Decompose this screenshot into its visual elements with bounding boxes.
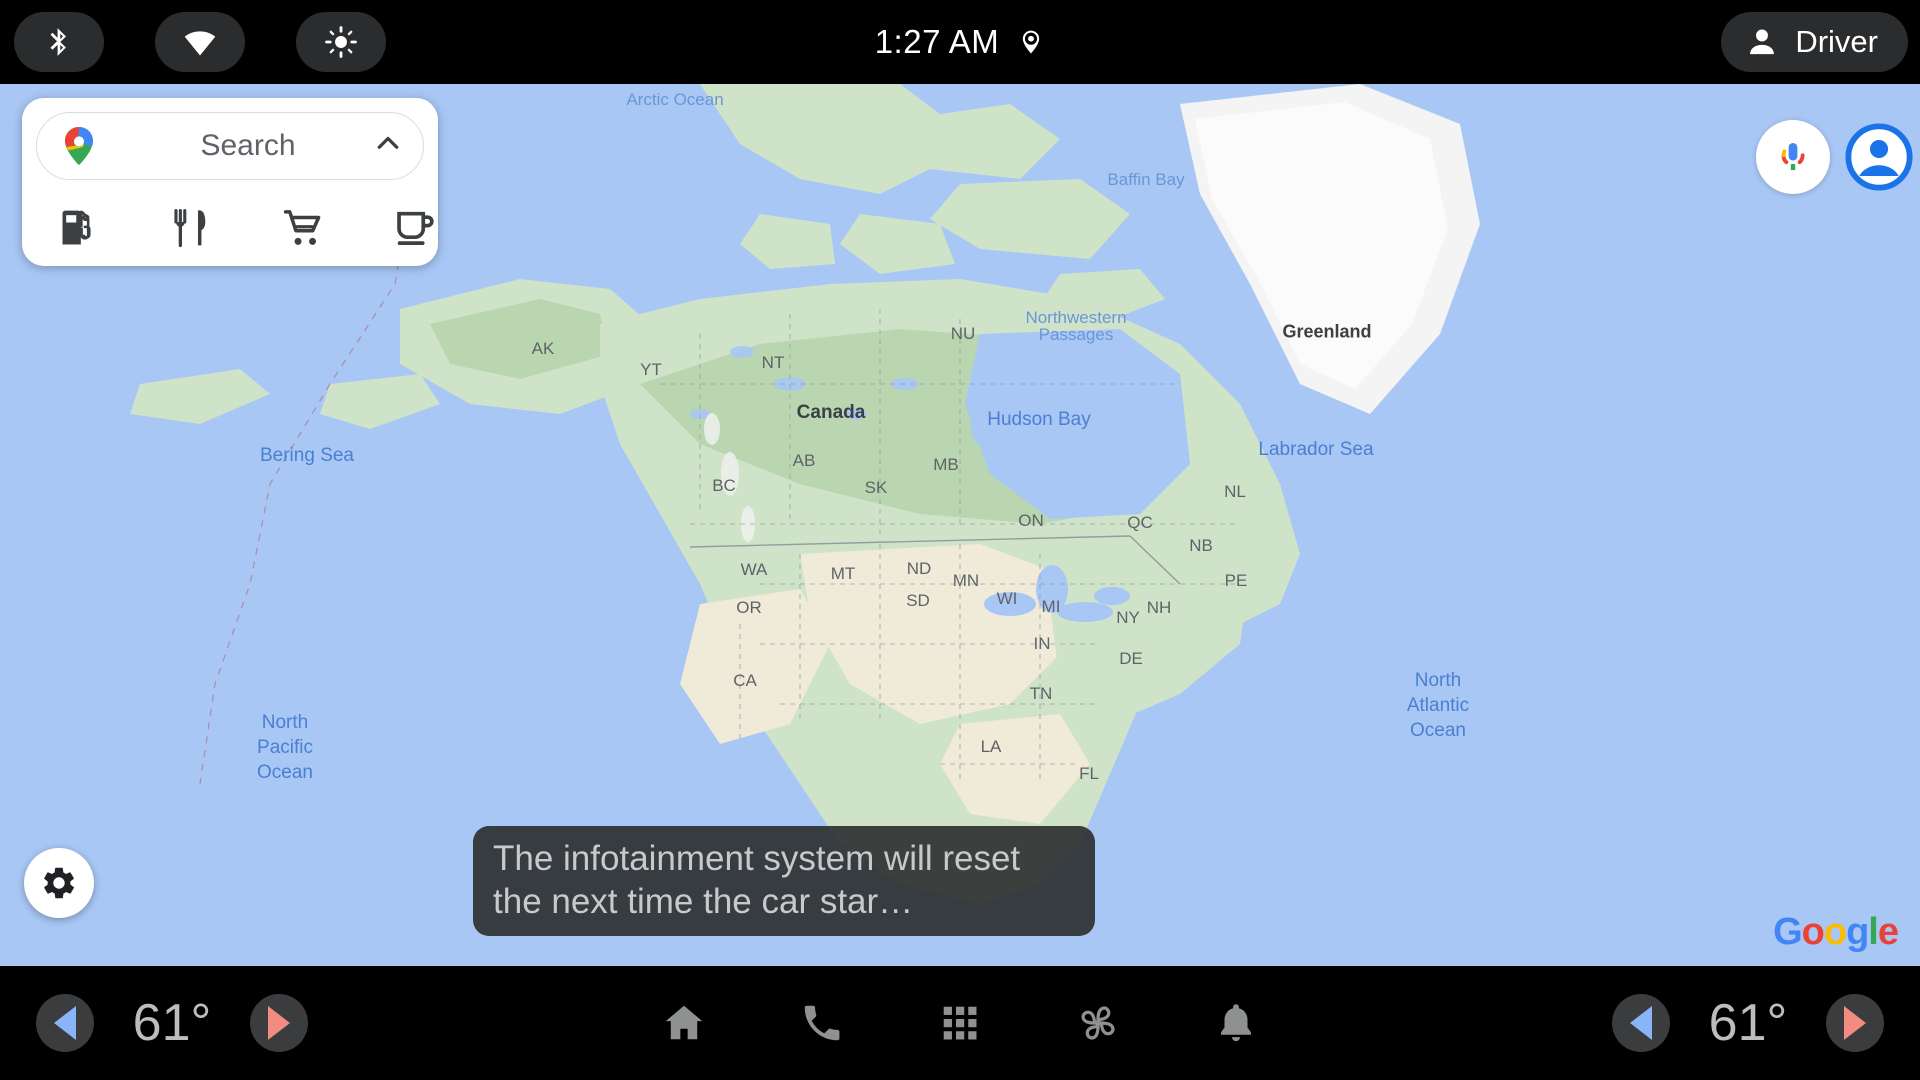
home-icon: [665, 1005, 703, 1040]
coffee-cup-icon: [397, 211, 434, 246]
passenger-climate-control: 61°: [1612, 966, 1884, 1080]
triangle-right-icon: [1844, 1006, 1866, 1040]
toast-message: The infotainment system will reset the n…: [493, 839, 1021, 921]
account-circle-icon: [1845, 123, 1913, 191]
app-grid-icon: [943, 1006, 977, 1040]
google-logo-letter: o: [1823, 911, 1847, 953]
google-assistant-mic-button[interactable]: [1756, 120, 1830, 194]
search-placeholder-text: Search: [200, 129, 296, 162]
driver-profile-button[interactable]: Driver: [1721, 12, 1908, 72]
fan-icon: [1081, 1006, 1115, 1040]
toast-notification: The infotainment system will reset the n…: [473, 826, 1095, 936]
passenger-temp-increase-button[interactable]: [1826, 994, 1884, 1052]
category-shortcuts: [22, 190, 438, 266]
bottom-navigation-bar: 61° 61°: [0, 966, 1920, 1080]
gas-station-button[interactable]: [56, 205, 102, 251]
google-logo-watermark: Google: [1773, 911, 1899, 954]
phone-icon: [804, 1005, 840, 1041]
shopping-cart-icon: [283, 210, 321, 245]
passenger-temperature-value: 61°: [1708, 994, 1788, 1052]
driver-label: Driver: [1795, 24, 1878, 59]
chevron-up-icon[interactable]: [373, 129, 403, 164]
google-assistant-mic-icon: [1781, 143, 1805, 171]
google-maps-pin-icon: [65, 127, 93, 165]
bell-icon: [1221, 1004, 1251, 1042]
climate-button[interactable]: [1070, 995, 1126, 1051]
google-logo-letter: o: [1801, 911, 1825, 953]
gas-station-icon: [62, 210, 91, 245]
account-circle-button[interactable]: [1844, 122, 1914, 192]
maps-search-card: Search: [22, 98, 438, 266]
groceries-button[interactable]: [280, 205, 326, 251]
passenger-temp-decrease-button[interactable]: [1612, 994, 1670, 1052]
person-icon: [1750, 29, 1775, 55]
apps-button[interactable]: [932, 995, 988, 1051]
restaurant-button[interactable]: [168, 205, 214, 251]
clock-group: 1:27 AM: [0, 0, 1920, 84]
triangle-left-icon: [1630, 1006, 1652, 1040]
google-logo-letter: g: [1846, 911, 1869, 953]
search-input[interactable]: Search: [36, 112, 424, 180]
status-bar: 1:27 AM Driver: [0, 0, 1920, 84]
settings-button[interactable]: [24, 848, 94, 918]
notifications-button[interactable]: [1208, 995, 1264, 1051]
home-button[interactable]: [656, 995, 712, 1051]
phone-button[interactable]: [794, 995, 850, 1051]
google-logo-letter: G: [1773, 911, 1803, 953]
infotainment-screen: Arctic Ocean Baffin Bay Bering Sea Hudson B…: [0, 0, 1920, 1080]
restaurant-icon: [174, 209, 206, 248]
google-logo-letter: l: [1868, 911, 1879, 953]
clock-text: 1:27 AM: [874, 23, 1000, 60]
google-logo-letter: e: [1877, 911, 1899, 953]
coffee-button[interactable]: [392, 205, 438, 251]
location-pin-icon: [1017, 28, 1045, 56]
gear-icon: [44, 867, 74, 899]
